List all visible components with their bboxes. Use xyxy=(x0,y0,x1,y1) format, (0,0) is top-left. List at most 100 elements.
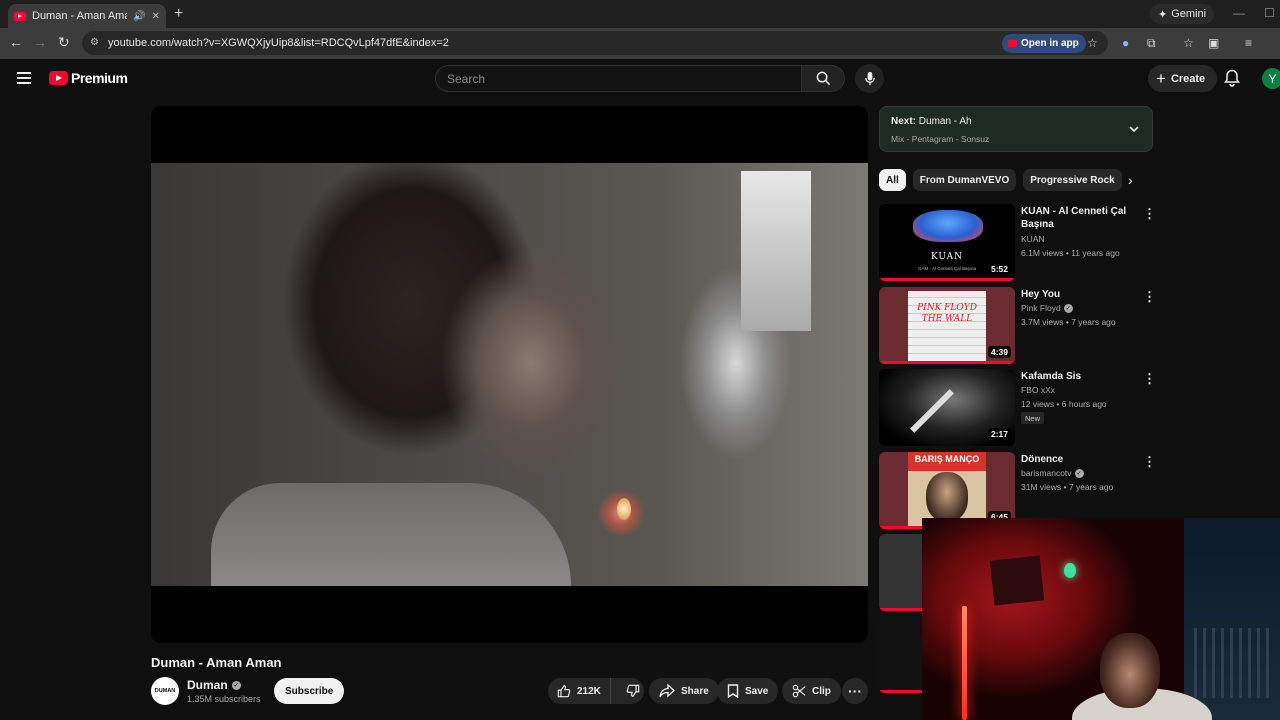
video-subject-shirt xyxy=(211,483,571,586)
verified-icon: ✓ xyxy=(1063,303,1073,313)
recommendation-item[interactable]: KUAN GAM - Al Cenneti Çal Başına 5:52 KU… xyxy=(879,204,1159,282)
channel-name-text: Duman xyxy=(187,678,228,692)
save-button[interactable]: Save xyxy=(717,678,779,704)
video-frame xyxy=(151,163,868,586)
search-box[interactable] xyxy=(435,65,802,92)
chevron-right-icon[interactable]: › xyxy=(1128,172,1133,188)
gemini-button[interactable]: ✦ Gemini xyxy=(1150,4,1215,24)
filter-chips: All From DumanVEVO Progressive Rock xyxy=(879,169,1122,191)
chevron-down-icon[interactable] xyxy=(1128,123,1140,135)
video-thumbnail[interactable]: KUAN GAM - Al Cenneti Çal Başına 5:52 xyxy=(879,204,1015,281)
video-thumbnail[interactable]: 2:17 xyxy=(879,369,1015,446)
channel-name[interactable]: Duman ✓ xyxy=(187,678,241,692)
more-options-icon[interactable]: ⋮ xyxy=(1143,206,1156,222)
extensions-puzzle-icon[interactable]: ⧉ xyxy=(1147,36,1156,51)
save-label: Save xyxy=(745,685,769,697)
recommendation-title[interactable]: Hey You xyxy=(1021,288,1139,301)
dislike-button[interactable] xyxy=(617,678,649,704)
thumbnail-text: PINK FLOYD THE WALL xyxy=(917,303,977,324)
share-button[interactable]: Share xyxy=(649,678,719,704)
forward-icon[interactable]: → xyxy=(33,34,47,50)
back-icon[interactable]: ← xyxy=(9,34,23,50)
youtube-header: Premium + Create Y xyxy=(0,59,1280,99)
channel-label: FBO xXx xyxy=(1021,385,1056,395)
menu-icon[interactable] xyxy=(17,72,31,84)
bookmark-star-icon[interactable]: ☆ xyxy=(1087,36,1098,50)
microphone-icon xyxy=(864,71,875,86)
thumbs-down-icon xyxy=(626,684,640,697)
more-options-icon[interactable]: ⋮ xyxy=(1143,454,1156,470)
notifications-bell-icon[interactable] xyxy=(1224,69,1240,87)
share-icon xyxy=(659,684,675,698)
video-thumbnail[interactable]: PINK FLOYD THE WALL 4:39 xyxy=(879,287,1015,364)
recommendation-channel[interactable]: barismancotv ✓ xyxy=(1021,468,1084,478)
recommendation-title[interactable]: KUAN - Al Cenneti Çal Başına xyxy=(1021,205,1139,231)
more-options-icon[interactable]: ⋮ xyxy=(1143,371,1156,387)
chip-from-dumanvevo[interactable]: From DumanVEVO xyxy=(912,169,1017,191)
video-player[interactable] xyxy=(151,106,868,643)
search-button[interactable] xyxy=(802,65,845,92)
channel-label: KUAN xyxy=(1021,234,1045,244)
recommendation-item[interactable]: PINK FLOYD THE WALL 4:39 Hey You Pink Fl… xyxy=(879,287,1159,365)
sparkle-icon: ✦ xyxy=(1158,8,1168,21)
audio-playing-icon[interactable]: 🔊 xyxy=(133,11,145,22)
address-bar[interactable]: ⚙ youtube.com/watch?v=XGWQXjyUip8&list=R… xyxy=(82,31,1108,55)
next-mix-label: Mix - Pentagram - Sonsuz xyxy=(891,134,990,144)
extension-icon[interactable]: ● xyxy=(1122,36,1129,50)
clip-button[interactable]: Clip xyxy=(782,678,841,704)
recommendation-channel[interactable]: KUAN xyxy=(1021,234,1045,244)
clip-label: Clip xyxy=(812,685,831,697)
minimize-icon[interactable]: — xyxy=(1233,6,1245,20)
search-icon xyxy=(816,71,830,86)
recommendation-title[interactable]: Dönence xyxy=(1021,453,1139,466)
recommendation-channel[interactable]: FBO xXx xyxy=(1021,385,1055,395)
recommendation-channel[interactable]: Pink Floyd ✓ xyxy=(1021,303,1073,313)
like-button[interactable]: 212K xyxy=(548,678,611,704)
chip-progressive-rock[interactable]: Progressive Rock xyxy=(1023,169,1122,191)
thumbnail-text: KUAN xyxy=(930,252,964,262)
browser-tab[interactable]: Duman - Aman Aman - YouTube 🔊 ✕ xyxy=(8,4,166,28)
video-background-window xyxy=(741,171,811,331)
reload-icon[interactable]: ↻ xyxy=(58,34,70,51)
recommendation-meta: 12 views • 6 hours ago xyxy=(1021,399,1107,409)
channel-label: barismancotv xyxy=(1021,468,1072,478)
recommendation-meta: 31M views • 7 years ago xyxy=(1021,482,1114,492)
more-actions-icon[interactable]: ··· xyxy=(842,678,868,704)
maximize-icon[interactable]: ☐ xyxy=(1264,6,1275,20)
tab-search-icon[interactable]: ▣ xyxy=(1208,36,1219,50)
new-badge: New xyxy=(1021,412,1045,424)
watch-progress-bar xyxy=(879,361,1015,364)
bookmarks-icon[interactable]: ☆ xyxy=(1183,36,1194,50)
open-in-app-button[interactable]: Open in app xyxy=(1002,34,1086,53)
youtube-premium-logo[interactable]: Premium xyxy=(49,70,128,86)
webcam-led-strip xyxy=(962,606,967,720)
verified-icon: ✓ xyxy=(231,680,241,690)
close-tab-icon[interactable]: ✕ xyxy=(152,11,160,22)
voice-search-button[interactable] xyxy=(855,64,884,93)
create-button[interactable]: + Create xyxy=(1148,65,1218,92)
gemini-label: Gemini xyxy=(1171,8,1207,20)
next-up-panel[interactable]: Next: Duman - Ah Mix - Pentagram - Sonsu… xyxy=(879,106,1153,152)
more-options-icon[interactable]: ⋮ xyxy=(1143,289,1156,305)
channel-label: Pink Floyd xyxy=(1021,303,1061,313)
search-input[interactable] xyxy=(447,71,801,86)
new-tab-icon[interactable]: + xyxy=(174,5,183,23)
like-count: 212K xyxy=(577,685,601,697)
webcam-person-head xyxy=(1100,633,1160,708)
recommendation-item[interactable]: 2:17 Kafamda Sis FBO xXx 12 views • 6 ho… xyxy=(879,369,1159,447)
chip-all[interactable]: All xyxy=(879,169,906,191)
account-avatar[interactable]: Y xyxy=(1262,68,1280,89)
next-prefix: Next: xyxy=(891,116,917,127)
thumbnail-face xyxy=(926,472,968,522)
thumbnail-art xyxy=(913,210,983,242)
subscribe-button[interactable]: Subscribe xyxy=(274,678,345,704)
browser-tab-bar: Duman - Aman Aman - YouTube 🔊 ✕ + ✦ Gemi… xyxy=(0,0,1280,28)
video-duration: 4:39 xyxy=(987,346,1011,358)
recommendation-title[interactable]: Kafamda Sis xyxy=(1021,370,1139,383)
webcam-shelf xyxy=(989,555,1045,606)
channel-avatar[interactable]: DUMAN xyxy=(151,677,179,705)
next-up-title: Next: Duman - Ah xyxy=(891,116,972,127)
thumbnail-text: BARIŞ MANÇO xyxy=(914,454,980,464)
reading-list-icon[interactable]: ≡ xyxy=(1245,36,1252,50)
site-info-icon[interactable]: ⚙ xyxy=(90,37,102,49)
